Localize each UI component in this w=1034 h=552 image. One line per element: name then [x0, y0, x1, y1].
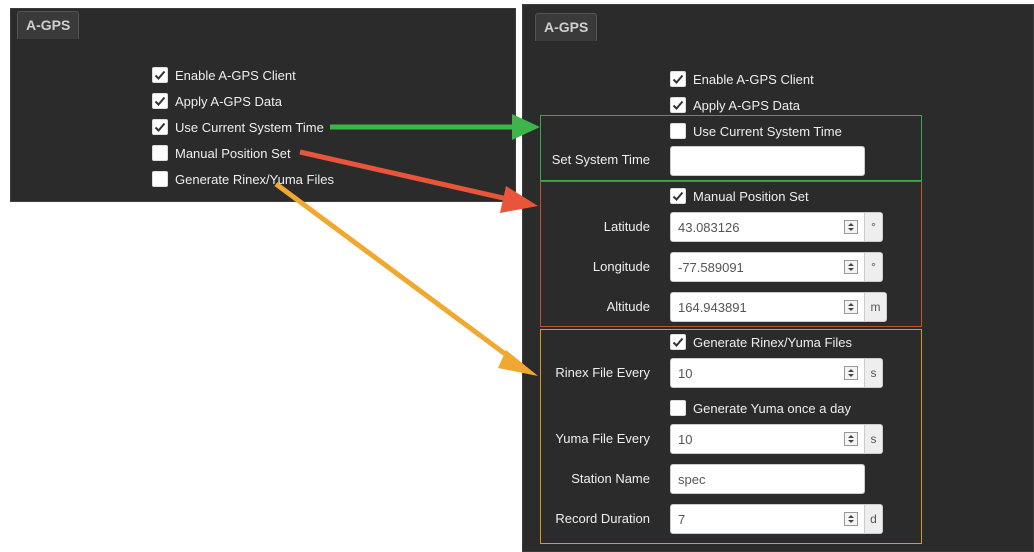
station-name-label: Station Name: [571, 471, 650, 486]
latitude-value: 43.083126: [678, 219, 740, 235]
left-manual-position-checkbox[interactable]: [152, 145, 168, 161]
record-duration-label: Record Duration: [555, 511, 650, 526]
left-enable-client-label: Enable A-GPS Client: [175, 67, 296, 83]
record-duration-unit: d: [865, 504, 883, 534]
station-name-value: spec: [678, 471, 706, 487]
generate-files-label: Generate Rinex/Yuma Files: [693, 334, 852, 350]
altitude-label: Altitude: [606, 299, 650, 314]
rinex-every-spinner-icon[interactable]: [844, 366, 858, 380]
apply-data-label: Apply A-GPS Data: [693, 97, 800, 113]
generate-files-row[interactable]: Generate Rinex/Yuma Files: [670, 332, 852, 352]
left-enable-client-checkbox[interactable]: [152, 67, 168, 83]
use-current-time-checkbox[interactable]: [670, 123, 686, 139]
apply-data-row[interactable]: Apply A-GPS Data: [670, 95, 800, 115]
left-agps-tab[interactable]: A-GPS: [17, 11, 80, 39]
left-use-time-label: Use Current System Time: [175, 119, 324, 135]
left-manual-position-row[interactable]: Manual Position Set: [152, 143, 291, 163]
left-apply-data-label: Apply A-GPS Data: [175, 93, 282, 109]
left-enable-client-row[interactable]: Enable A-GPS Client: [152, 65, 296, 85]
checkmark-icon: [154, 96, 166, 106]
left-manual-position-label: Manual Position Set: [175, 145, 291, 161]
left-apply-data-checkbox[interactable]: [152, 93, 168, 109]
enable-client-checkbox[interactable]: [670, 71, 686, 87]
checkmark-icon: [154, 122, 166, 132]
record-duration-value: 7: [678, 511, 686, 527]
left-apply-data-row[interactable]: Apply A-GPS Data: [152, 91, 282, 111]
yuma-once-label: Generate Yuma once a day: [693, 400, 852, 416]
rinex-every-input[interactable]: 10: [670, 358, 865, 388]
right-agps-panel: A-GPS Enable A-GPS Client Apply A-GPS Da…: [522, 4, 1034, 552]
latitude-unit: °: [865, 212, 883, 242]
longitude-spinner-icon[interactable]: [844, 260, 858, 274]
use-current-time-label: Use Current System Time: [693, 123, 842, 139]
rinex-every-value: 10: [678, 365, 693, 381]
record-duration-spinner-icon[interactable]: [844, 512, 858, 526]
altitude-input[interactable]: 164.943891: [670, 292, 865, 322]
record-duration-input[interactable]: 7: [670, 504, 865, 534]
apply-data-checkbox[interactable]: [670, 97, 686, 113]
yuma-once-checkbox[interactable]: [670, 400, 686, 416]
checkmark-icon: [672, 74, 684, 84]
yuma-every-label: Yuma File Every: [555, 431, 650, 446]
left-use-time-checkbox[interactable]: [152, 119, 168, 135]
set-system-time-input[interactable]: [670, 146, 865, 176]
generate-files-checkbox[interactable]: [670, 334, 686, 350]
altitude-spinner-icon[interactable]: [844, 300, 858, 314]
rinex-every-unit: s: [865, 358, 883, 388]
orange-arrow: [274, 181, 538, 376]
left-generate-files-row[interactable]: Generate Rinex/Yuma Files: [152, 169, 334, 189]
station-name-input[interactable]: spec: [670, 464, 865, 494]
checkmark-icon: [672, 337, 684, 347]
manual-position-row[interactable]: Manual Position Set: [670, 186, 809, 206]
checkmark-icon: [672, 191, 684, 201]
checkmark-icon: [154, 70, 166, 80]
manual-position-checkbox[interactable]: [670, 188, 686, 204]
longitude-input[interactable]: -77.589091: [670, 252, 865, 282]
set-system-time-label: Set System Time: [551, 152, 650, 167]
yuma-every-value: 10: [678, 431, 693, 447]
rinex-every-label: Rinex File Every: [555, 365, 650, 380]
left-generate-files-label: Generate Rinex/Yuma Files: [175, 171, 334, 187]
yuma-every-unit: s: [865, 424, 883, 454]
altitude-value: 164.943891: [678, 299, 747, 315]
left-generate-files-checkbox[interactable]: [152, 171, 168, 187]
longitude-value: -77.589091: [678, 259, 744, 275]
checkmark-icon: [672, 100, 684, 110]
yuma-every-input[interactable]: 10: [670, 424, 865, 454]
manual-position-label: Manual Position Set: [693, 188, 809, 204]
left-agps-panel: A-GPS Enable A-GPS Client Apply A-GPS Da…: [10, 8, 516, 202]
enable-client-row[interactable]: Enable A-GPS Client: [670, 69, 814, 89]
latitude-label: Latitude: [603, 219, 650, 234]
altitude-unit: m: [865, 292, 887, 322]
latitude-input[interactable]: 43.083126: [670, 212, 865, 242]
longitude-unit: °: [865, 252, 883, 282]
longitude-label: Longitude: [592, 259, 650, 274]
yuma-every-spinner-icon[interactable]: [844, 432, 858, 446]
right-agps-tab[interactable]: A-GPS: [535, 13, 598, 41]
use-current-time-row[interactable]: Use Current System Time: [670, 121, 842, 141]
yuma-once-row[interactable]: Generate Yuma once a day: [670, 398, 851, 418]
latitude-spinner-icon[interactable]: [844, 220, 858, 234]
enable-client-label: Enable A-GPS Client: [693, 71, 814, 87]
left-use-time-row[interactable]: Use Current System Time: [152, 117, 324, 137]
